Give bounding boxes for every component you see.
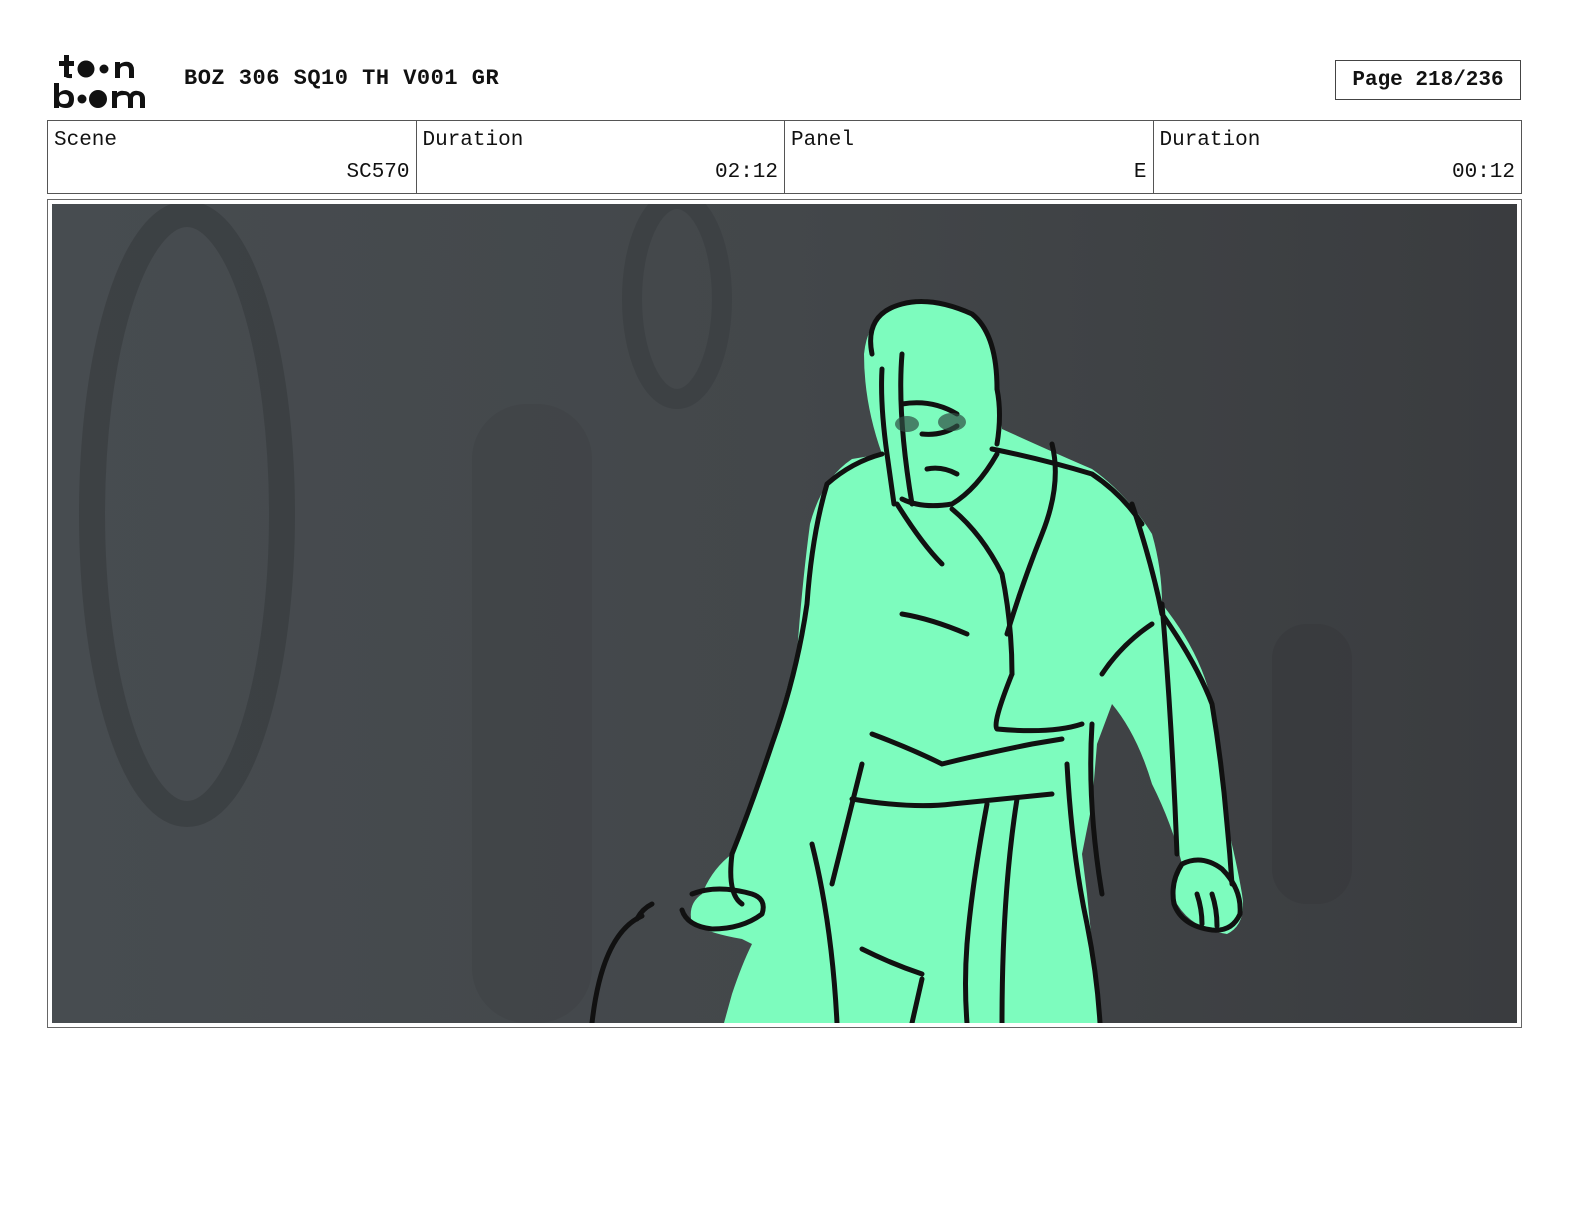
scene-duration-value: 02:12 xyxy=(714,161,778,184)
panel-duration-label: Duration xyxy=(1159,129,1261,152)
panel-value: E xyxy=(1133,161,1147,184)
storyboard-panel-frame xyxy=(47,199,1522,1028)
toon-boom-logo xyxy=(52,52,164,112)
project-title: BOZ 306 SQ10 TH V001 GR xyxy=(184,66,500,91)
panel-cell: Panel E xyxy=(784,121,1153,193)
bg-shape-right xyxy=(1272,624,1352,904)
scene-duration-label: Duration xyxy=(422,129,524,152)
page-indicator: Page 218/236 xyxy=(1335,60,1521,100)
panel-label: Panel xyxy=(791,129,855,152)
storyboard-drawing xyxy=(52,204,1517,1023)
panel-duration-value: 00:12 xyxy=(1451,161,1515,184)
panel-duration-cell: Duration 00:12 xyxy=(1152,121,1522,193)
toon-boom-logo-icon xyxy=(54,55,145,108)
info-table: Scene SC570 Duration 02:12 Panel E Durat… xyxy=(47,120,1522,194)
scene-cell: Scene SC570 xyxy=(48,121,416,193)
bg-door xyxy=(472,404,592,1023)
storyboard-panel-image xyxy=(52,204,1517,1023)
scene-value: SC570 xyxy=(346,161,410,184)
scene-label: Scene xyxy=(54,129,118,152)
scene-duration-cell: Duration 02:12 xyxy=(415,121,785,193)
